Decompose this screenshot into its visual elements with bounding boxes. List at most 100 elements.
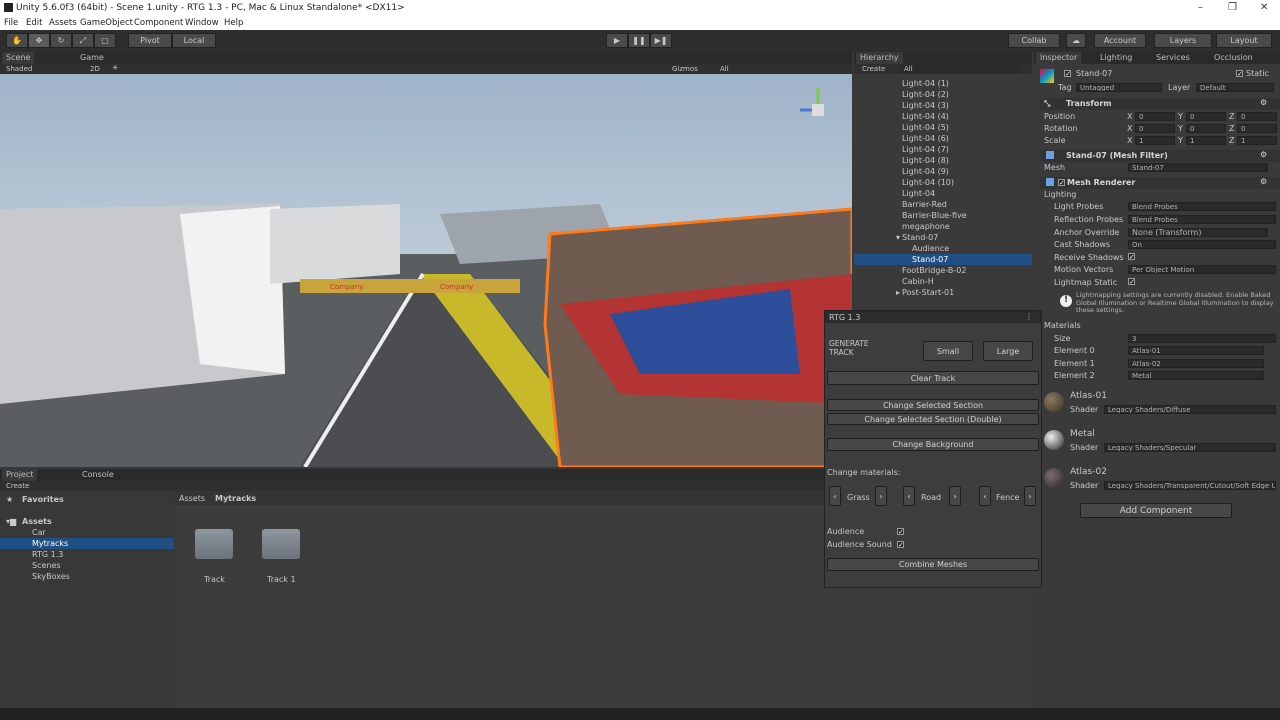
expand-arrow-icon[interactable]: ▸ xyxy=(896,288,900,297)
motion-vectors-dropdown[interactable]: Per Object Motion xyxy=(1128,265,1276,274)
road-next-icon[interactable]: › xyxy=(949,486,961,506)
cloud-icon[interactable]: ☁ xyxy=(1066,33,1086,48)
fence-prev-icon[interactable]: ‹ xyxy=(979,486,991,506)
menu-component[interactable]: Component xyxy=(134,18,183,28)
settings-gear-icon[interactable]: ⚙ xyxy=(1260,98,1267,107)
grass-prev-icon[interactable]: ‹ xyxy=(829,486,841,506)
move-tool-icon[interactable]: ✥ xyxy=(28,33,50,48)
menu-gameobject[interactable]: GameObject xyxy=(80,18,133,28)
position-x[interactable]: 0 xyxy=(1135,112,1175,121)
asset-item-label[interactable]: Track 1 xyxy=(267,575,296,584)
list-item[interactable]: Barrier-Red xyxy=(902,200,947,209)
folder-icon[interactable] xyxy=(195,529,233,559)
folder-icon[interactable] xyxy=(262,529,300,559)
step-icon[interactable]: ▶❚ xyxy=(650,33,672,48)
hierarchy-search[interactable]: All xyxy=(900,65,1020,73)
breadcrumb-item[interactable]: Mytracks xyxy=(215,494,256,503)
lighting-toggle-icon[interactable]: ☀ xyxy=(112,64,118,72)
tab-services[interactable]: Services xyxy=(1152,52,1194,64)
list-item[interactable]: Light-04 (3) xyxy=(902,101,949,110)
scale-z[interactable]: 1 xyxy=(1237,136,1277,145)
favorites-label[interactable]: Favorites xyxy=(22,495,64,504)
rotation-y[interactable]: 0 xyxy=(1186,124,1226,133)
grass-next-icon[interactable]: › xyxy=(875,486,887,506)
menu-window[interactable]: Window xyxy=(185,18,219,28)
menu-assets[interactable]: Assets xyxy=(49,18,77,28)
list-item[interactable]: Light-04 (2) xyxy=(902,90,949,99)
list-item[interactable]: Light-04 (10) xyxy=(902,178,954,187)
tab-lighting[interactable]: Lighting xyxy=(1096,52,1136,64)
settings-gear-icon[interactable]: ⚙ xyxy=(1260,177,1267,186)
list-item[interactable]: Barrier-Blue-five xyxy=(902,211,967,220)
mesh-renderer-checkbox[interactable]: ✓ xyxy=(1058,179,1065,187)
rotate-tool-icon[interactable]: ↻ xyxy=(50,33,72,48)
tab-project[interactable]: Project xyxy=(2,469,38,481)
menu-dots-icon[interactable]: ⋮ xyxy=(1025,312,1033,321)
cast-shadows-dropdown[interactable]: On xyxy=(1128,240,1276,249)
list-item[interactable]: megaphone xyxy=(902,222,950,231)
scene-viewport[interactable]: Company Company xyxy=(0,74,852,467)
account-button[interactable]: Account xyxy=(1094,33,1146,48)
mesh-filter-header[interactable]: Stand-07 (Mesh Filter) ⚙ xyxy=(1040,150,1280,162)
position-y[interactable]: 0 xyxy=(1186,112,1226,121)
minimize-icon[interactable]: – xyxy=(1198,2,1203,13)
small-button[interactable]: Small xyxy=(923,341,973,361)
materials-foldout[interactable]: Materials xyxy=(1044,321,1081,330)
add-component-button[interactable]: Add Component xyxy=(1080,503,1232,518)
list-item-selected[interactable]: Stand-07 xyxy=(912,255,948,264)
project-create[interactable]: Create xyxy=(6,482,29,490)
shader-dropdown[interactable]: Legacy Shaders/Transparent/Cutout/Soft E… xyxy=(1104,481,1276,490)
layer-dropdown[interactable]: Default xyxy=(1196,83,1274,92)
element0-field[interactable]: Atlas-01 xyxy=(1128,346,1264,355)
list-item[interactable]: Light-04 (1) xyxy=(902,79,949,88)
list-item[interactable]: Light-04 (4) xyxy=(902,112,949,121)
breadcrumb-item[interactable]: Assets xyxy=(179,494,205,503)
static-checkbox[interactable]: ✓ xyxy=(1236,70,1243,78)
menu-help[interactable]: Help xyxy=(224,18,243,28)
layers-dropdown[interactable]: Layers xyxy=(1154,33,1212,48)
play-icon[interactable]: ▶ xyxy=(606,33,628,48)
tag-dropdown[interactable]: Untagged xyxy=(1076,83,1162,92)
rotation-z[interactable]: 0 xyxy=(1237,124,1277,133)
collab-button[interactable]: Collab xyxy=(1008,33,1060,48)
combine-meshes-button[interactable]: Combine Meshes xyxy=(827,558,1039,571)
large-button[interactable]: Large xyxy=(983,341,1033,361)
change-selected-section-button[interactable]: Change Selected Section xyxy=(827,399,1039,411)
shader-dropdown[interactable]: Legacy Shaders/Diffuse xyxy=(1104,405,1276,414)
mesh-field[interactable]: Stand-07 xyxy=(1128,163,1268,172)
2d-toggle[interactable]: 2D xyxy=(90,65,100,73)
list-item[interactable]: Cabin-H xyxy=(902,277,934,286)
settings-gear-icon[interactable]: ⚙ xyxy=(1260,150,1267,159)
asset-item-label[interactable]: Track xyxy=(204,575,225,584)
tree-item[interactable]: RTG 1.3 xyxy=(32,550,63,559)
size-field[interactable]: 3 xyxy=(1128,334,1276,343)
lightmap-static-checkbox[interactable]: ✓ xyxy=(1128,278,1135,286)
list-item[interactable]: FootBridge-B-02 xyxy=(902,266,966,275)
road-prev-icon[interactable]: ‹ xyxy=(903,486,915,506)
active-checkbox[interactable]: ✓ xyxy=(1064,70,1071,78)
receive-shadows-checkbox[interactable]: ✓ xyxy=(1128,253,1135,261)
light-probes-dropdown[interactable]: Blend Probes xyxy=(1128,202,1276,211)
pivot-button[interactable]: Pivot xyxy=(128,33,172,48)
scale-y[interactable]: 1 xyxy=(1186,136,1226,145)
menu-edit[interactable]: Edit xyxy=(26,18,42,28)
scene-search[interactable]: All xyxy=(720,65,729,73)
tab-inspector[interactable]: Inspector xyxy=(1036,52,1082,64)
list-item[interactable]: Audience xyxy=(912,244,949,253)
scale-tool-icon[interactable]: ⤢ xyxy=(72,33,94,48)
reflection-probes-dropdown[interactable]: Blend Probes xyxy=(1128,215,1276,224)
shaded-dropdown[interactable]: Shaded xyxy=(6,65,32,73)
lighting-foldout[interactable]: Lighting xyxy=(1044,190,1076,199)
shader-dropdown[interactable]: Legacy Shaders/Specular xyxy=(1104,443,1276,452)
layout-dropdown[interactable]: Layout xyxy=(1216,33,1272,48)
object-name-field[interactable]: Stand-07 xyxy=(1076,69,1112,78)
list-item[interactable]: Stand-07 xyxy=(902,233,938,242)
rotation-x[interactable]: 0 xyxy=(1135,124,1175,133)
position-z[interactable]: 0 xyxy=(1237,112,1277,121)
tree-item-selected[interactable]: Mytracks xyxy=(32,539,68,548)
close-icon[interactable]: ✕ xyxy=(1260,2,1268,13)
tree-item[interactable]: SkyBoxes xyxy=(32,572,70,581)
list-item[interactable]: Light-04 (6) xyxy=(902,134,949,143)
transform-header[interactable]: ⤡ Transform ⚙ xyxy=(1040,98,1280,110)
list-item[interactable]: Light-04 (7) xyxy=(902,145,949,154)
